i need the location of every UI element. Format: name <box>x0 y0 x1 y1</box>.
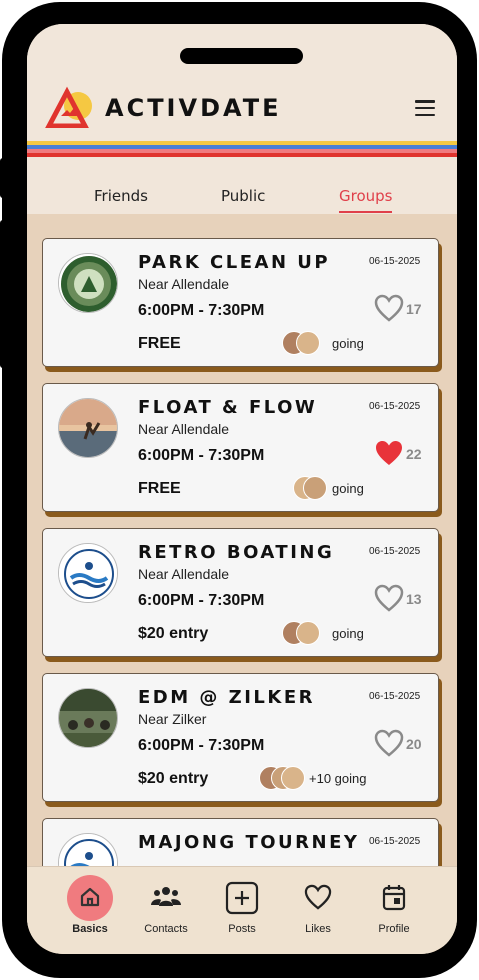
feed-tabs: Friends Public Groups <box>27 184 457 214</box>
avatar <box>303 476 327 500</box>
activdate-logo-icon <box>45 86 92 128</box>
going-label: +10 going <box>309 771 367 786</box>
menu-button[interactable] <box>415 100 435 117</box>
event-title: RETRO BOATING <box>138 542 335 563</box>
event-time: 6:00PM - 7:30PM <box>138 592 265 609</box>
event-title: EDM @ ZILKER <box>138 687 316 708</box>
nav-profile[interactable]: Profile <box>356 867 432 947</box>
nav-label: Profile <box>378 923 410 935</box>
heart-outline-icon[interactable] <box>374 729 404 757</box>
event-card[interactable]: PARK CLEAN UP 06-15-2025 Near Allendale … <box>42 238 442 372</box>
nav-label: Basics <box>72 923 108 935</box>
calendar-icon <box>382 885 406 911</box>
event-avatar <box>58 543 118 603</box>
festival-photo-icon <box>59 689 117 747</box>
avatar <box>296 331 320 355</box>
event-time: 6:00PM - 7:30PM <box>138 447 265 464</box>
like-count: 20 <box>406 736 422 752</box>
nav-basics[interactable]: Basics <box>52 867 128 947</box>
heart-outline-icon[interactable] <box>374 294 404 322</box>
event-date: 06-15-2025 <box>369 691 421 702</box>
going-label: going <box>332 336 364 351</box>
event-price: $20 entry <box>138 770 209 787</box>
bottom-nav: Basics Contacts Posts Likes Profile <box>27 866 457 954</box>
park-protectors-logo-icon <box>59 254 117 312</box>
yoga-photo-icon <box>59 399 117 457</box>
event-date: 06-15-2025 <box>369 401 421 412</box>
event-location: Near Allendale <box>138 566 230 582</box>
event-location: Near Allendale <box>138 421 230 437</box>
event-title: PARK CLEAN UP <box>138 252 331 273</box>
event-location: Near Allendale <box>138 276 230 292</box>
heart-outline-icon[interactable] <box>374 584 404 612</box>
nav-likes[interactable]: Likes <box>280 867 356 947</box>
going-label: going <box>332 626 364 641</box>
event-avatar <box>58 398 118 458</box>
home-icon <box>80 887 100 907</box>
nav-label: Likes <box>305 923 331 935</box>
side-button <box>0 158 8 198</box>
brand-name: ACTIVDATE <box>105 94 282 122</box>
side-button <box>0 220 8 368</box>
event-title: MAJONG TOURNEY <box>138 832 360 853</box>
heart-icon <box>304 884 332 910</box>
app-screen: ACTIVDATE Friends Public Groups PARK CLE… <box>27 24 457 954</box>
add-post-icon <box>225 881 259 915</box>
like-count: 22 <box>406 446 422 462</box>
like-count: 17 <box>406 301 422 317</box>
hamburger-icon <box>415 100 435 103</box>
event-date: 06-15-2025 <box>369 546 421 557</box>
event-card[interactable]: RETRO BOATING 06-15-2025 Near Allendale … <box>42 528 442 662</box>
tab-groups[interactable]: Groups <box>339 187 393 213</box>
event-card[interactable]: EDM @ ZILKER 06-15-2025 Near Zilker 6:00… <box>42 673 442 807</box>
nav-posts[interactable]: Posts <box>204 867 280 947</box>
contacts-icon <box>151 887 181 906</box>
event-title: FLOAT & FLOW <box>138 397 318 418</box>
event-card[interactable]: FLOAT & FLOW 06-15-2025 Near Allendale 6… <box>42 383 442 517</box>
nav-label: Posts <box>228 923 256 935</box>
event-price: $20 entry <box>138 625 209 642</box>
nav-label: Contacts <box>144 923 188 935</box>
event-avatar <box>58 688 118 748</box>
notch <box>180 48 303 64</box>
avatar <box>281 766 305 790</box>
event-date: 06-15-2025 <box>369 836 421 847</box>
event-time: 6:00PM - 7:30PM <box>138 737 265 754</box>
like-count: 13 <box>406 591 422 607</box>
heart-filled-icon[interactable] <box>374 439 404 467</box>
event-price: FREE <box>138 480 181 497</box>
going-label: going <box>332 481 364 496</box>
aquarent-logo-icon <box>59 544 117 602</box>
avatar <box>296 621 320 645</box>
nav-contacts[interactable]: Contacts <box>128 867 204 947</box>
event-time: 6:00PM - 7:30PM <box>138 302 265 319</box>
stripe <box>27 153 457 157</box>
event-date: 06-15-2025 <box>369 256 421 267</box>
tab-friends[interactable]: Friends <box>94 187 148 211</box>
event-avatar <box>58 253 118 313</box>
tab-public[interactable]: Public <box>221 187 265 211</box>
event-location: Near Zilker <box>138 711 207 727</box>
event-price: FREE <box>138 335 181 352</box>
